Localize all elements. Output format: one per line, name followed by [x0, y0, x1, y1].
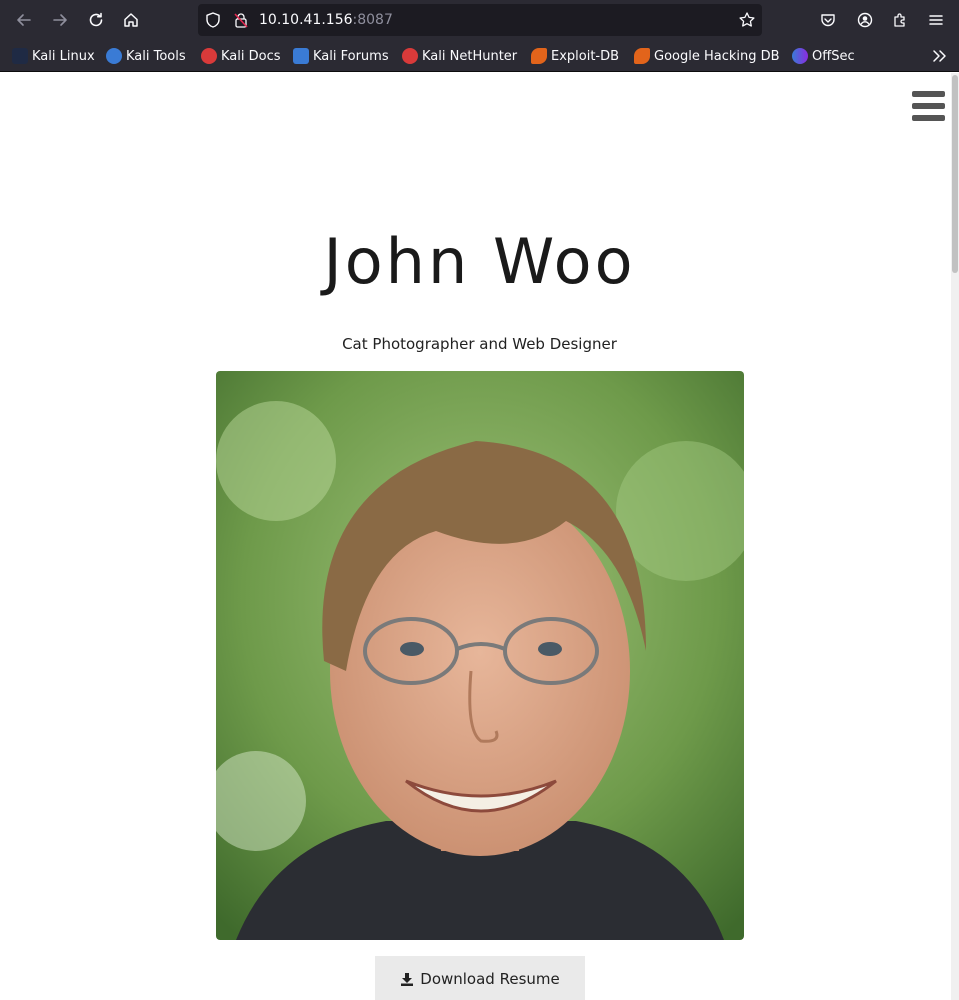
download-resume-label: Download Resume	[420, 970, 560, 988]
bookmark-label: Kali Linux	[32, 48, 95, 64]
url-bar[interactable]: 10.10.41.156:8087	[198, 4, 762, 36]
bookmark-google-hacking-db[interactable]: Google Hacking DB	[634, 46, 780, 66]
bookmark-label: OffSec	[812, 48, 855, 64]
menu-bar	[912, 103, 945, 109]
arrow-left-icon	[17, 14, 31, 26]
menu-bar	[912, 115, 945, 121]
download-icon	[401, 973, 414, 986]
bookmark-label: Kali Tools	[126, 48, 186, 64]
download-resume-button[interactable]: Download Resume	[375, 956, 585, 1000]
url-port: :8087	[352, 12, 393, 28]
menu-bar	[912, 91, 945, 97]
more-bookmarks-chevron-icon[interactable]	[929, 46, 949, 66]
pocket-button[interactable]	[812, 4, 844, 36]
kali-forums-icon	[293, 48, 309, 64]
portrait-illustration	[216, 371, 744, 940]
bookmarks-toolbar: Kali Linux Kali Tools Kali Docs Kali For…	[0, 40, 959, 72]
account-icon	[857, 12, 873, 28]
bookmark-offsec[interactable]: OffSec	[792, 46, 855, 66]
bookmark-label: Exploit-DB	[551, 48, 620, 64]
insecure-lock-icon[interactable]	[232, 11, 250, 29]
bookmark-kali-forums[interactable]: Kali Forums	[293, 46, 389, 66]
arrow-right-icon	[53, 14, 67, 26]
site-menu-button[interactable]	[912, 91, 945, 121]
pocket-icon	[821, 14, 835, 27]
offsec-icon	[792, 48, 808, 64]
home-icon	[124, 13, 138, 27]
bookmark-exploit-db[interactable]: Exploit-DB	[531, 46, 619, 66]
home-button[interactable]	[115, 4, 147, 36]
menu-icon	[929, 15, 943, 25]
bookmark-label: Kali Docs	[221, 48, 281, 64]
page-title: John Woo	[323, 225, 636, 298]
shield-icon[interactable]	[204, 11, 222, 29]
browser-toolbar: 10.10.41.156:8087	[0, 0, 959, 40]
bookmark-label: Google Hacking DB	[654, 48, 780, 64]
reload-icon	[89, 12, 103, 27]
bookmark-kali-nethunter[interactable]: Kali NetHunter	[402, 46, 517, 66]
profile-photo	[216, 371, 744, 940]
kali-tools-icon	[106, 48, 122, 64]
account-button[interactable]	[849, 4, 881, 36]
kali-dragon-icon	[12, 48, 28, 64]
bookmark-kali-linux[interactable]: Kali Linux	[12, 46, 95, 66]
page-scrollbar[interactable]	[951, 73, 959, 1000]
ghdb-icon	[634, 48, 650, 64]
puzzle-piece-icon	[894, 13, 905, 27]
kali-nethunter-icon	[402, 48, 418, 64]
bookmark-label: Kali NetHunter	[422, 48, 518, 64]
back-button[interactable]	[8, 4, 40, 36]
reload-button[interactable]	[80, 4, 112, 36]
page-content: John Woo Cat Photographer and Web Design…	[0, 73, 959, 1000]
tagline: Cat Photographer and Web Designer	[342, 335, 617, 353]
app-menu-button[interactable]	[920, 4, 952, 36]
forward-button[interactable]	[44, 4, 76, 36]
scrollbar-thumb[interactable]	[952, 75, 958, 273]
bookmark-star-icon[interactable]	[738, 11, 756, 29]
bookmark-label: Kali Forums	[313, 48, 389, 64]
bookmark-kali-tools[interactable]: Kali Tools	[106, 46, 186, 66]
url-text[interactable]: 10.10.41.156:8087	[259, 11, 393, 29]
bookmark-kali-docs[interactable]: Kali Docs	[201, 46, 281, 66]
url-host: 10.10.41.156	[259, 12, 353, 28]
kali-docs-icon	[201, 48, 217, 64]
extensions-button[interactable]	[884, 4, 916, 36]
exploit-db-icon	[531, 48, 547, 64]
